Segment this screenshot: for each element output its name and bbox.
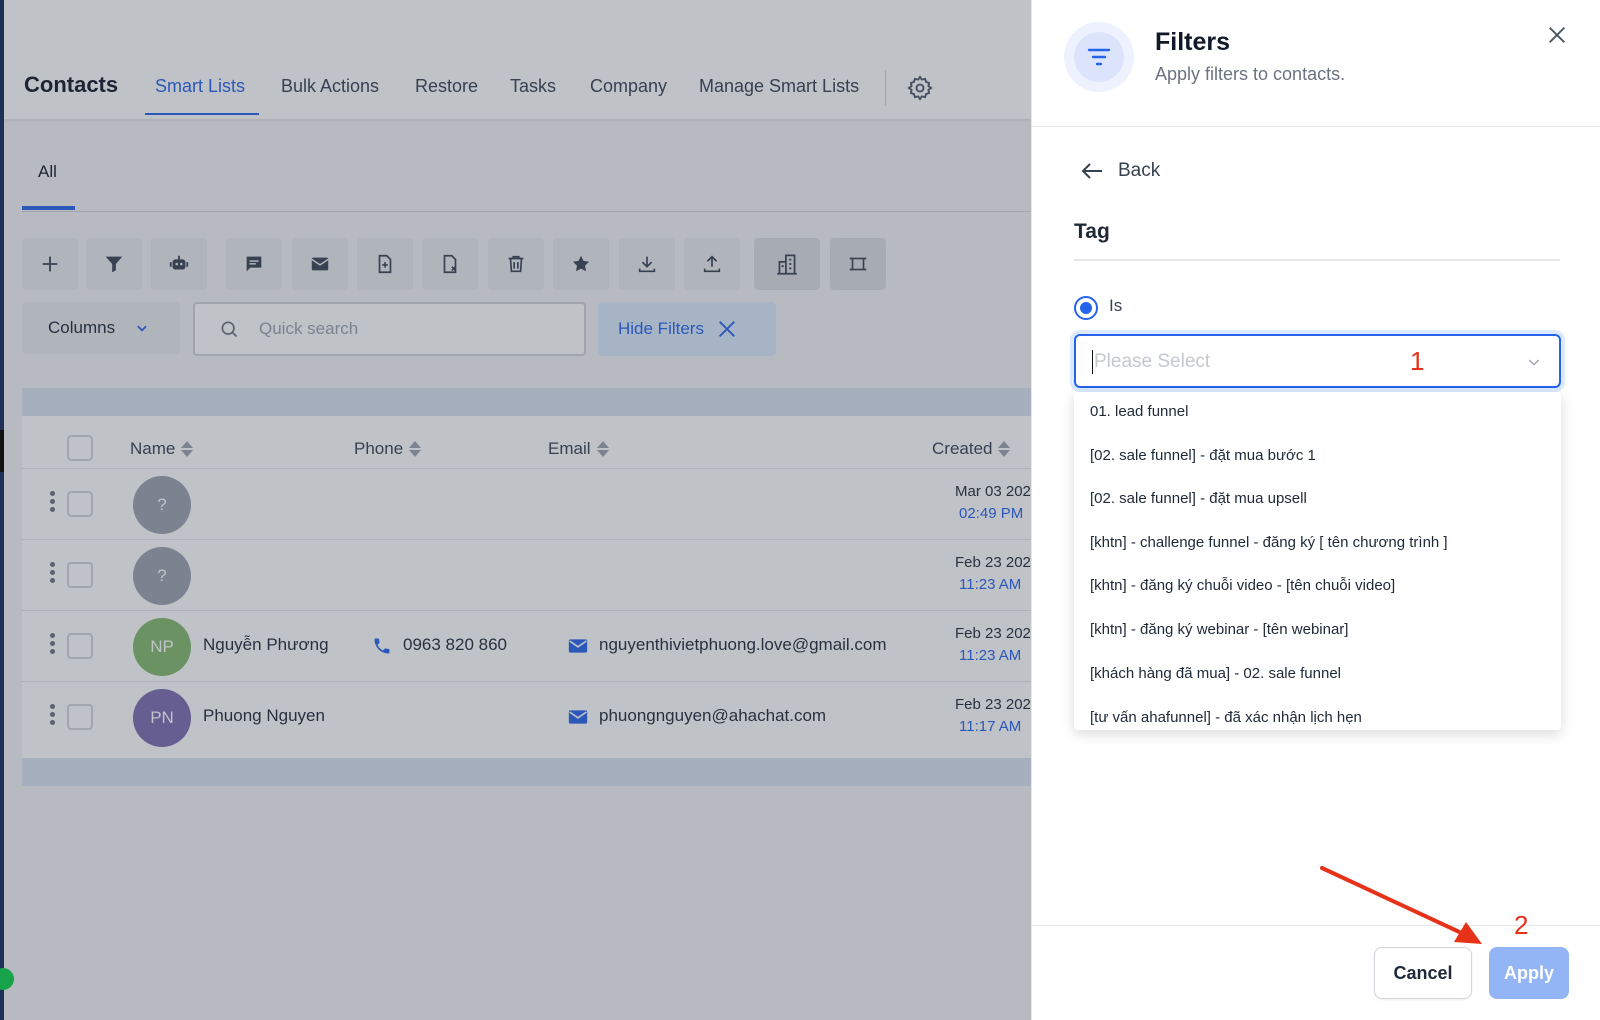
dropdown-option[interactable]: [khtn] - đăng ký webinar - [tên webinar] — [1090, 621, 1348, 638]
dropdown-option[interactable]: [khách hàng đã mua] - 02. sale funnel — [1090, 665, 1341, 682]
dropdown-option[interactable]: 01. lead funnel — [1090, 403, 1188, 420]
dropdown-option[interactable]: [khtn] - đăng ký chuỗi video - [tên chuỗ… — [1090, 577, 1395, 594]
dropdown-option[interactable]: [tư vấn ahafunnel] - đã xác nhận lịch hẹ… — [1090, 709, 1362, 726]
text-cursor — [1092, 350, 1093, 374]
tag-select[interactable]: Please Select — [1074, 334, 1561, 388]
section-divider — [1074, 259, 1560, 261]
left-sidebar-edge — [0, 0, 4, 1020]
filter-section-title: Tag — [1074, 220, 1110, 243]
back-label: Back — [1118, 160, 1161, 181]
annotation-step-2: 2 — [1514, 910, 1529, 940]
dropdown-option[interactable]: [02. sale funnel] - đặt mua upsell — [1090, 490, 1307, 507]
panel-title: Filters — [1155, 28, 1231, 56]
contacts-page: Contacts Smart Lists Bulk Actions Restor… — [0, 0, 1031, 1020]
dropdown-option[interactable]: [khtn] - challenge funnel - đăng ký [ tê… — [1090, 534, 1448, 551]
filter-lines-icon — [1087, 48, 1111, 66]
annotation-step-1: 1 — [1410, 346, 1425, 376]
select-placeholder: Please Select — [1094, 351, 1211, 372]
radio-is[interactable] — [1074, 296, 1098, 320]
sidebar-handle — [0, 430, 4, 472]
annotation-arrow-icon — [1320, 866, 1482, 944]
arrow-left-icon — [1081, 163, 1102, 179]
filter-badge — [1064, 22, 1134, 92]
chevron-down-icon — [1528, 359, 1540, 366]
radio-is-label: Is — [1109, 296, 1123, 315]
tag-options-dropdown: 01. lead funnel [02. sale funnel] - đặt … — [1074, 392, 1561, 730]
panel-divider — [1032, 126, 1600, 127]
close-icon[interactable] — [1546, 24, 1568, 46]
back-button[interactable]: Back — [1080, 160, 1160, 182]
panel-subtitle: Apply filters to contacts. — [1155, 64, 1346, 84]
dropdown-option[interactable]: [02. sale funnel] - đặt mua bước 1 — [1090, 447, 1316, 464]
modal-backdrop[interactable] — [0, 0, 1031, 1020]
